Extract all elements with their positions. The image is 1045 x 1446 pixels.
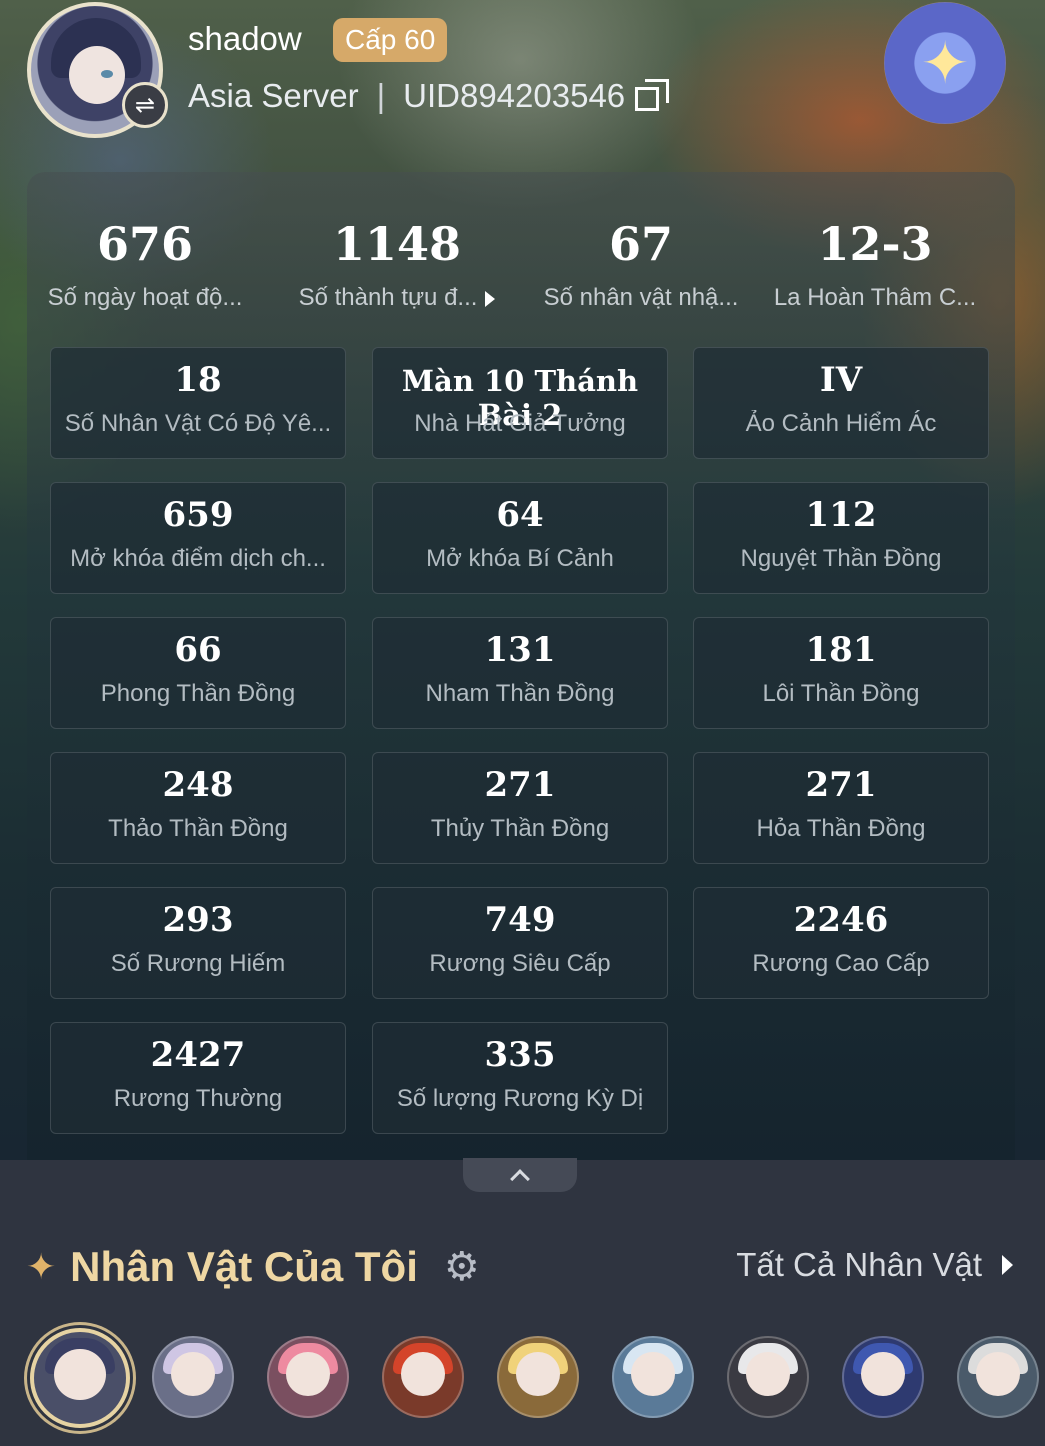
stat-label: Ảo Cảnh Hiểm Ác: [745, 410, 937, 437]
stat-label: Số lượng Rương Kỳ Dị: [396, 1085, 644, 1112]
stat-label: Thủy Thần Đồng: [430, 815, 610, 842]
all-characters-label: Tất Cả Nhân Vật: [736, 1246, 982, 1283]
character-avatar[interactable]: [152, 1336, 234, 1418]
stat-value: 2246: [793, 900, 889, 940]
stat-label: Nham Thần Đồng: [425, 680, 615, 707]
summary-label: Số ngày hoạt độ...: [47, 284, 243, 311]
stat-card: 64 Mở khóa Bí Cảnh: [372, 482, 668, 594]
stat-value: 2427: [150, 1035, 246, 1075]
summary-active-days[interactable]: 676 Số ngày hoạt độ...: [27, 212, 263, 312]
profile-header: ⇌ shadow Cấp 60 Asia Server | UID8942035…: [0, 0, 1045, 170]
all-characters-link[interactable]: Tất Cả Nhân Vật: [736, 1246, 1013, 1284]
uid-text: UID894203546: [403, 77, 626, 114]
stat-value: 64: [496, 495, 544, 535]
stat-card: 271 Hỏa Thần Đồng: [693, 752, 989, 864]
level-badge: Cấp 60: [333, 18, 448, 62]
stat-value: 335: [484, 1035, 556, 1075]
stat-card: 112 Nguyệt Thần Đồng: [693, 482, 989, 594]
stat-card: 181 Lôi Thần Đồng: [693, 617, 989, 729]
stat-value: IV: [819, 360, 863, 400]
character-avatar[interactable]: [612, 1336, 694, 1418]
stat-value: 749: [484, 900, 556, 940]
summary-label: Số nhân vật nhậ...: [543, 284, 739, 311]
stat-value: 659: [162, 495, 234, 535]
summary-label-text: Số thành tựu đ...: [298, 284, 478, 311]
chevron-right-icon: [485, 290, 496, 307]
summary-achievements[interactable]: 1148 Số thành tựu đ...: [279, 212, 515, 312]
stat-card: 271 Thủy Thần Đồng: [372, 752, 668, 864]
character-avatar[interactable]: [957, 1336, 1039, 1418]
chevron-up-icon: [510, 1169, 530, 1189]
stat-card: 18 Số Nhân Vật Có Độ Yê...: [50, 347, 346, 459]
character-avatar[interactable]: [267, 1336, 349, 1418]
summary-stats: 676 Số ngày hoạt độ... 1148 Số thành tựu…: [27, 212, 1015, 322]
stat-label: Rương Cao Cấp: [752, 950, 930, 977]
character-avatar[interactable]: [727, 1336, 809, 1418]
stat-card: 2427 Rương Thường: [50, 1022, 346, 1134]
stat-card: 293 Số Rương Hiếm: [50, 887, 346, 999]
gear-icon[interactable]: ⚙: [444, 1244, 480, 1290]
stat-label: Mở khóa điểm dịch ch...: [70, 545, 326, 572]
stat-label: Rương Thường: [113, 1085, 283, 1112]
stat-label: Nhà Hát Giả Tưởng: [414, 410, 626, 437]
summary-value: 12-3: [817, 217, 933, 271]
stat-label: Hỏa Thần Đồng: [756, 815, 926, 842]
stat-label: Số Nhân Vật Có Độ Yê...: [64, 410, 332, 437]
copy-icon[interactable]: [635, 79, 671, 113]
stat-label: Mở khóa Bí Cảnh: [426, 545, 614, 572]
emblem-icon[interactable]: ✦: [884, 2, 1006, 124]
stat-value: 248: [162, 765, 234, 805]
stat-card: IV Ảo Cảnh Hiểm Ác: [693, 347, 989, 459]
summary-spiral-abyss[interactable]: 12-3 La Hoàn Thâm C...: [757, 212, 993, 312]
stat-value: 271: [484, 765, 556, 805]
summary-characters[interactable]: 67 Số nhân vật nhậ...: [523, 212, 759, 312]
section-title: Nhân Vật Của Tôi: [70, 1243, 418, 1290]
stat-value: 66: [174, 630, 222, 670]
stat-label: Phong Thần Đồng: [100, 680, 296, 707]
stat-card: 659 Mở khóa điểm dịch ch...: [50, 482, 346, 594]
stat-label: Rương Siêu Cấp: [429, 950, 611, 977]
character-avatar[interactable]: [497, 1336, 579, 1418]
stat-card: 2246 Rương Cao Cấp: [693, 887, 989, 999]
collapse-button[interactable]: [463, 1158, 577, 1192]
stat-label: Số Rương Hiếm: [110, 950, 286, 977]
summary-value: 1148: [332, 217, 462, 271]
stat-label: Lôi Thần Đồng: [762, 680, 920, 707]
stat-label: Thảo Thần Đồng: [108, 815, 288, 842]
server-info: Asia Server | UID894203546: [188, 77, 671, 115]
username: shadow: [188, 20, 302, 57]
server-separator: |: [376, 77, 386, 114]
summary-label: Số thành tựu đ...: [279, 284, 515, 312]
character-avatar[interactable]: [382, 1336, 464, 1418]
stat-card: 131 Nham Thần Đồng: [372, 617, 668, 729]
stat-value: 18: [174, 360, 222, 400]
stat-card: 248 Thảo Thần Đồng: [50, 752, 346, 864]
stat-value: 112: [805, 495, 877, 535]
character-avatar[interactable]: [842, 1336, 924, 1418]
switch-account-icon[interactable]: ⇌: [122, 82, 168, 128]
stat-value: 271: [805, 765, 877, 805]
stat-value: 181: [805, 630, 877, 670]
stat-value: 131: [484, 630, 556, 670]
summary-value: 676: [96, 217, 194, 271]
stat-value: 293: [162, 900, 234, 940]
summary-value: 67: [608, 217, 673, 271]
stat-card: 335 Số lượng Rương Kỳ Dị: [372, 1022, 668, 1134]
stat-label: Nguyệt Thần Đồng: [740, 545, 942, 572]
server-name: Asia Server: [188, 77, 359, 114]
character-avatar-row: [0, 1320, 1045, 1430]
chevron-right-icon: [1002, 1255, 1013, 1275]
stat-card: Màn 10 Thánh Bài 2 Nhà Hát Giả Tưởng: [372, 347, 668, 459]
stat-card: 749 Rương Siêu Cấp: [372, 887, 668, 999]
characters-header: ✦ Nhân Vật Của Tôi ⚙: [26, 1238, 480, 1296]
character-avatar[interactable]: [30, 1328, 130, 1428]
stat-card: 66 Phong Thần Đồng: [50, 617, 346, 729]
summary-label: La Hoàn Thâm C...: [773, 284, 977, 311]
sparkle-icon: ✦: [26, 1246, 57, 1288]
